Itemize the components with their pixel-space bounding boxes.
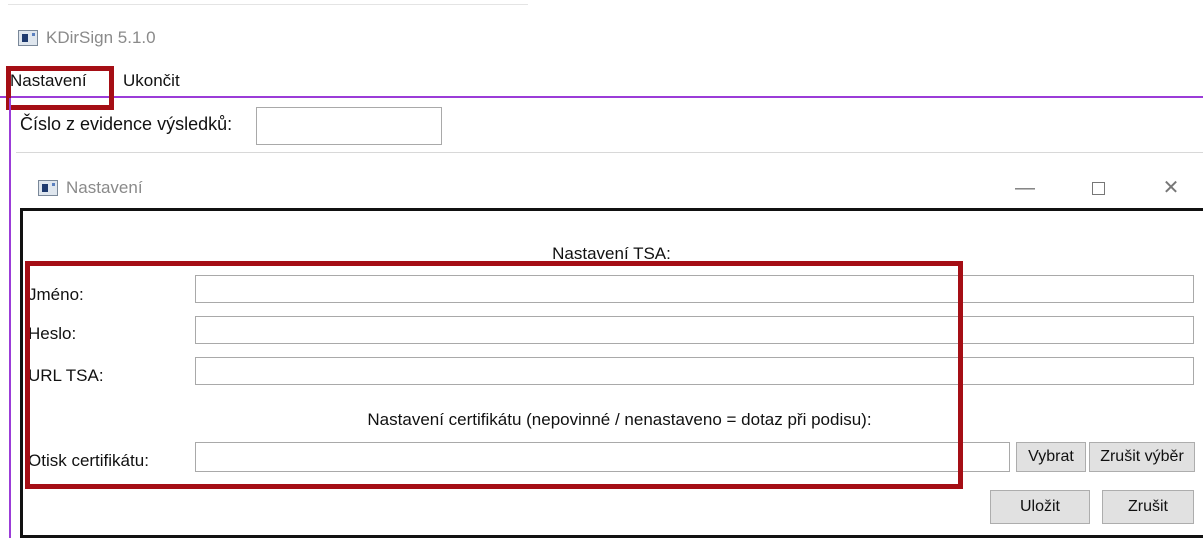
evidence-number-input[interactable] <box>256 107 442 145</box>
window-title: KDirSign 5.1.0 <box>46 28 156 47</box>
certificate-thumbprint-label: Otisk certifikátu: <box>28 451 149 470</box>
menu-item-nastaveni[interactable]: Nastavení <box>10 71 87 91</box>
name-label: Jméno: <box>28 285 84 304</box>
menu-bar <box>0 66 1203 98</box>
password-label: Heslo: <box>28 324 77 343</box>
menu-item-ukoncit[interactable]: Ukončit <box>123 71 180 91</box>
minimize-button[interactable]: — <box>1000 168 1050 208</box>
cancel-button[interactable]: Zrušit <box>1102 490 1194 524</box>
maximize-icon <box>1091 182 1105 196</box>
maximize-button[interactable] <box>1073 168 1123 208</box>
top-edge-line <box>8 4 528 5</box>
content-left-border <box>9 98 11 538</box>
tsa-url-label: URL TSA: <box>28 366 104 385</box>
evidence-number-label: Číslo z evidence výsledků: <box>20 114 233 134</box>
certificate-settings-heading: Nastavení certifikátu (nepovinné / nenas… <box>367 410 872 429</box>
save-button[interactable]: Uložit <box>990 490 1090 524</box>
dialog-app-icon <box>38 180 58 196</box>
app-window-icon <box>18 30 38 46</box>
close-icon: ✕ <box>1162 177 1180 199</box>
select-certificate-button[interactable]: Vybrat <box>1016 442 1086 472</box>
clear-selection-button[interactable]: Zrušit výběr <box>1089 442 1195 472</box>
dialog-title: Nastavení <box>66 178 143 197</box>
password-input[interactable] <box>195 316 1194 344</box>
main-titlebar <box>0 18 1203 66</box>
certificate-thumbprint-input[interactable] <box>195 442 1010 472</box>
content-separator <box>16 152 1203 153</box>
tsa-url-input[interactable] <box>195 357 1194 385</box>
minimize-icon: — <box>1015 177 1035 199</box>
tsa-settings-heading: Nastavení TSA: <box>552 244 671 263</box>
name-input[interactable] <box>195 275 1194 303</box>
close-button[interactable]: ✕ <box>1146 168 1196 208</box>
